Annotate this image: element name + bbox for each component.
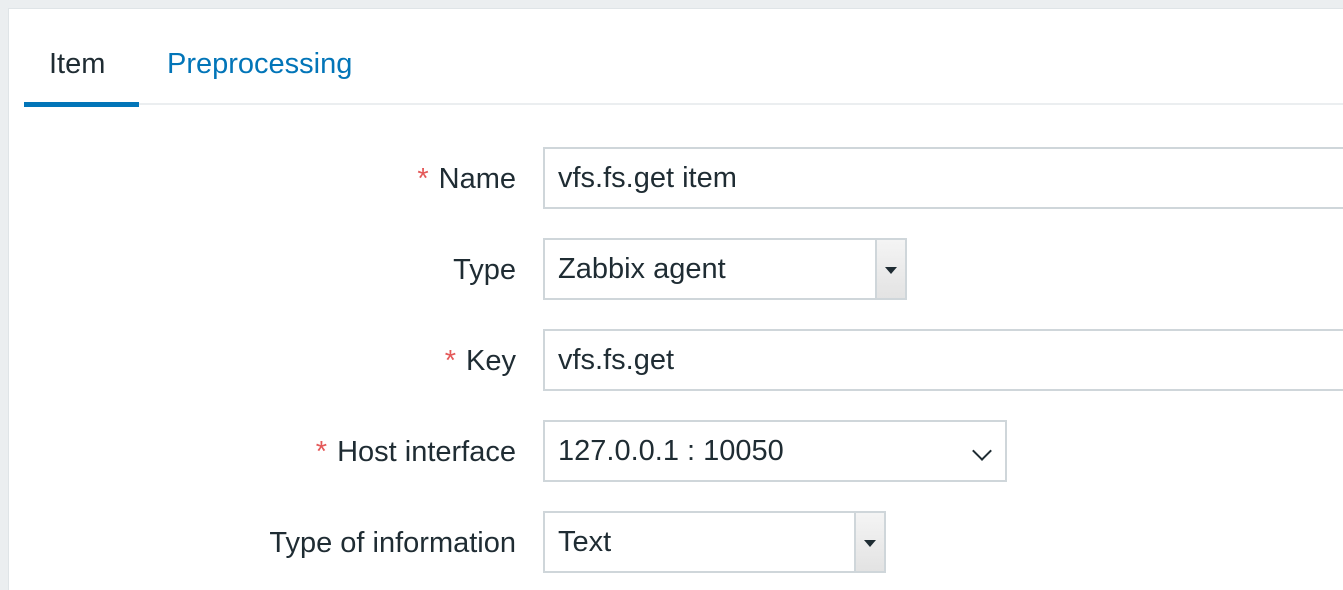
type-of-information-row: Type of information Text (9, 511, 1343, 573)
key-row: * Key vfs.fs.get (9, 329, 1343, 391)
dropdown-arrow-icon[interactable] (875, 240, 905, 298)
key-label-text: Key (466, 345, 516, 377)
type-select-value: Zabbix agent (558, 253, 726, 285)
name-input[interactable]: vfs.fs.get item (543, 147, 1343, 209)
host-interface-label: * Host interface (316, 420, 516, 482)
name-label: * Name (417, 147, 516, 209)
tab-preprocessing[interactable]: Preprocessing (142, 9, 377, 105)
type-select[interactable]: Zabbix agent (543, 238, 907, 300)
host-interface-label-text: Host interface (337, 436, 516, 468)
tab-item[interactable]: Item (24, 9, 139, 107)
dropdown-arrow-icon[interactable] (854, 513, 884, 571)
key-label: * Key (445, 329, 516, 391)
key-input[interactable]: vfs.fs.get (543, 329, 1343, 391)
host-interface-select[interactable]: 127.0.0.1 : 10050 (543, 420, 1007, 482)
item-form-panel: Item Preprocessing * Name vfs.fs.get item… (8, 8, 1343, 590)
tab-bar: Item Preprocessing (24, 9, 1343, 107)
host-interface-select-value: 127.0.0.1 : 10050 (558, 435, 784, 467)
host-interface-row: * Host interface 127.0.0.1 : 10050 (9, 420, 1343, 482)
type-row: Type Zabbix agent (9, 238, 1343, 300)
name-label-text: Name (438, 163, 516, 195)
name-row: * Name vfs.fs.get item (9, 147, 1343, 209)
required-marker: * (417, 163, 429, 195)
type-of-information-label: Type of information (269, 527, 516, 559)
page: Item Preprocessing * Name vfs.fs.get item… (0, 0, 1343, 590)
type-of-information-select-value: Text (558, 526, 612, 558)
required-marker: * (315, 436, 328, 468)
chevron-down-icon (972, 441, 992, 461)
type-of-information-select[interactable]: Text (543, 511, 886, 573)
required-marker: * (444, 345, 457, 377)
type-label: Type (453, 254, 516, 286)
